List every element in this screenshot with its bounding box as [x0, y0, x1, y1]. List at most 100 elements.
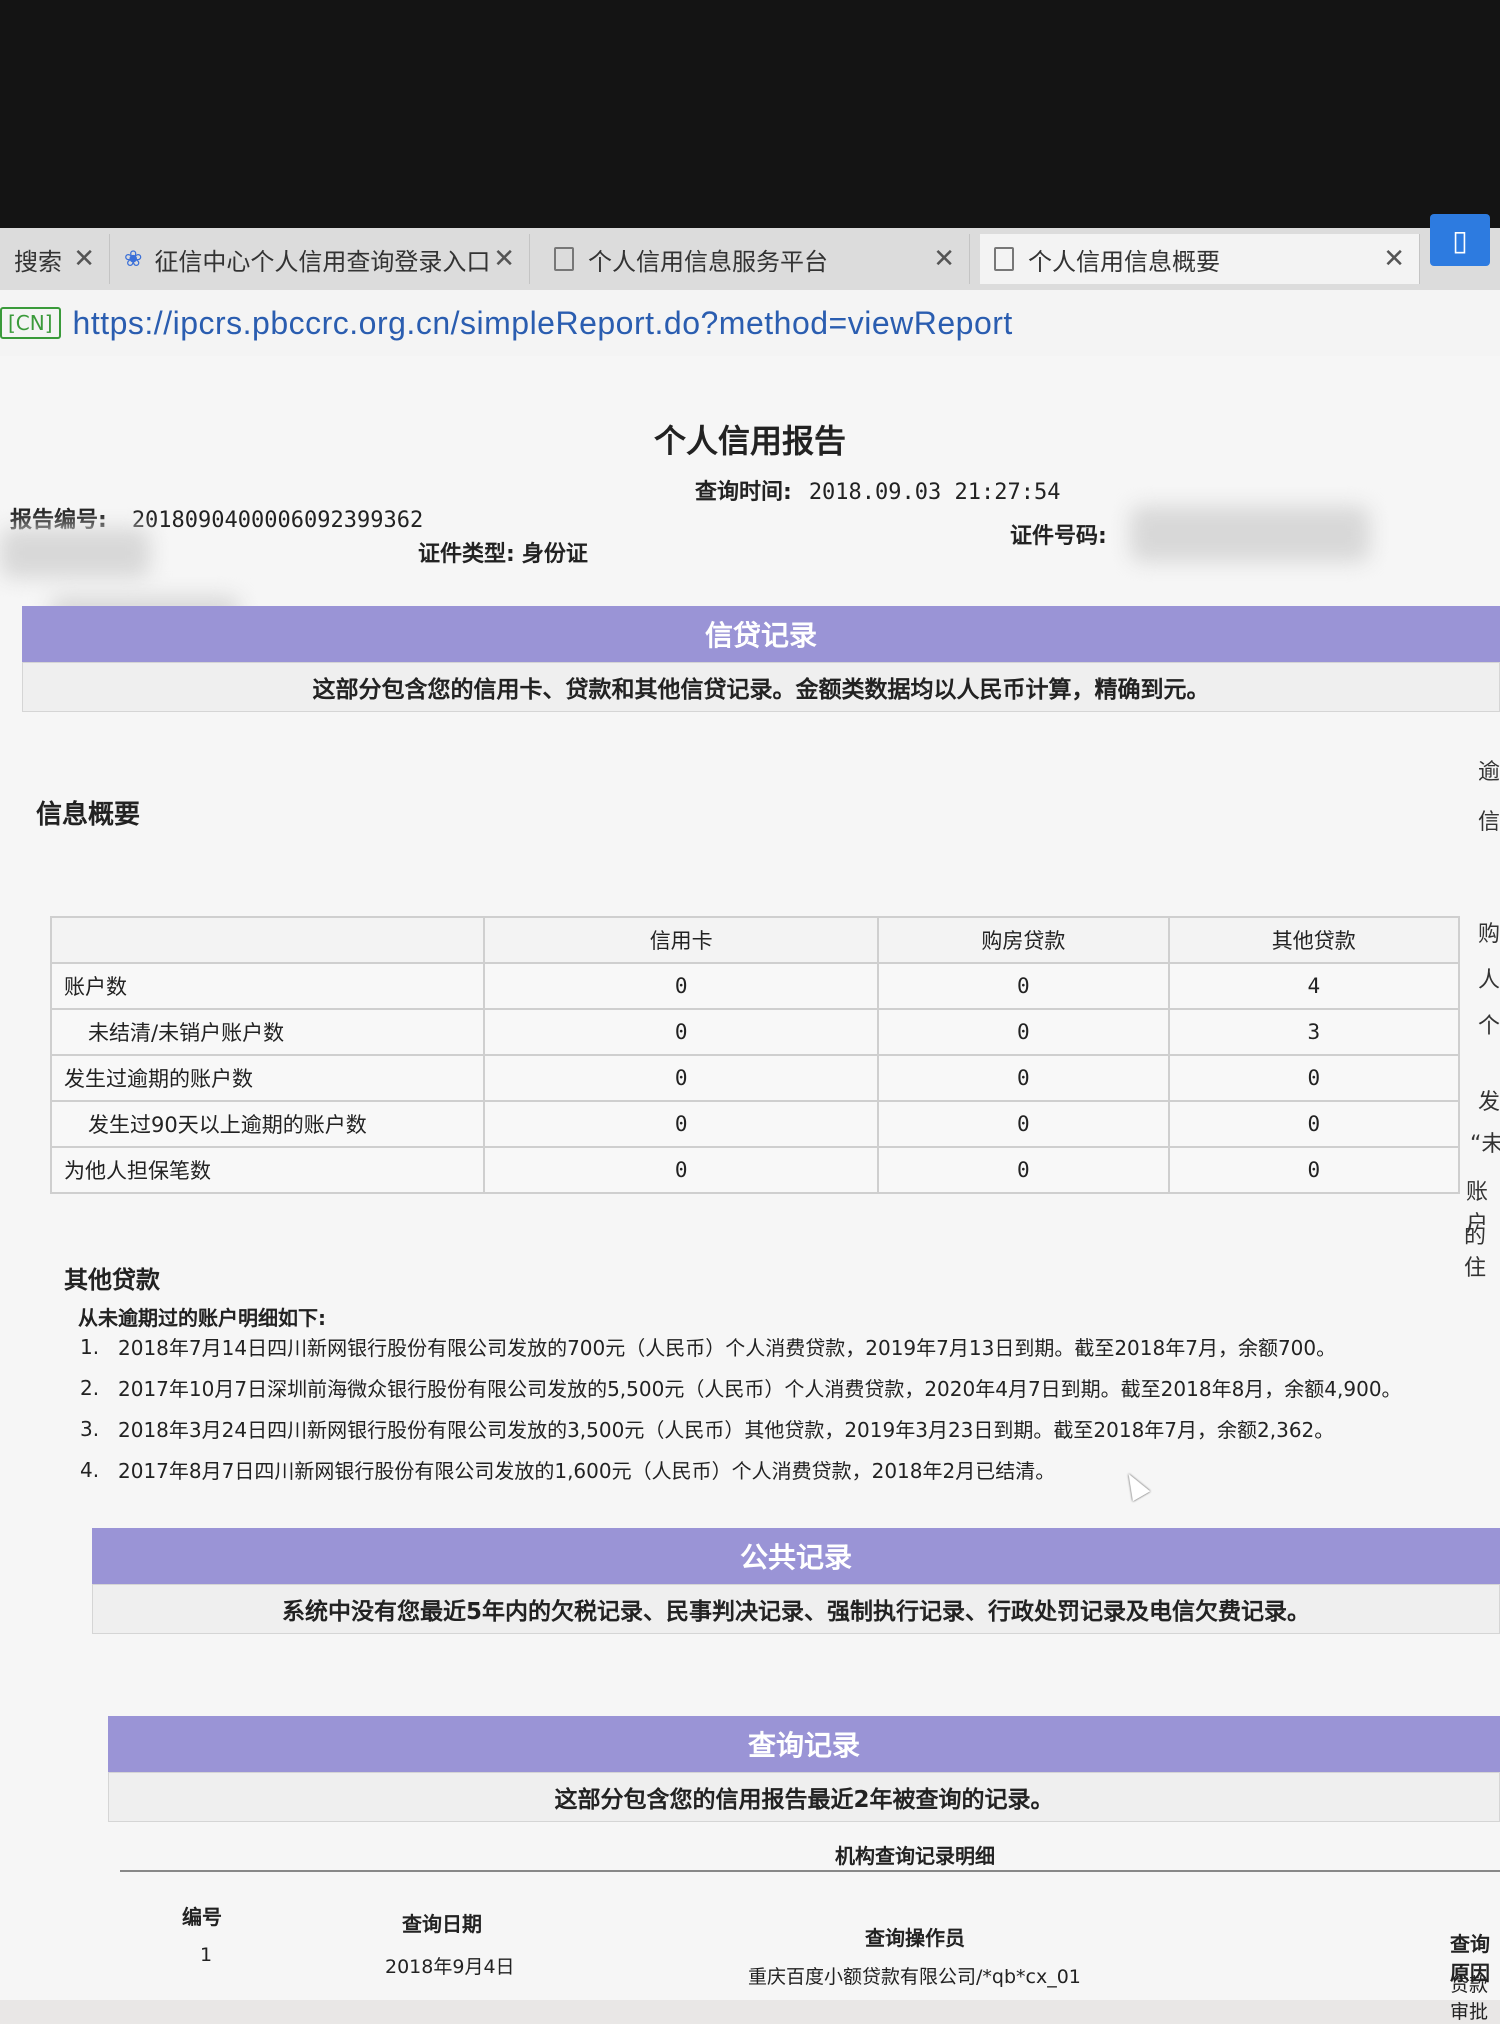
close-icon[interactable]: ✕ [933, 244, 955, 274]
column-header-no: 编号 [182, 1905, 222, 1929]
table-cell: 0 [877, 1008, 1170, 1056]
table-cell: 0 [483, 1054, 880, 1102]
id-no: 证件号码: [1010, 518, 1107, 550]
list-item: 1. 2018年7月14日四川新网银行股份有限公司发放的700元（人民币）个人消… [80, 1326, 1410, 1367]
table-cell: 0 [877, 1100, 1170, 1148]
item-number: 2. [80, 1375, 100, 1400]
url-text[interactable]: https://ipcrs.pbccrc.org.cn/simpleReport… [73, 305, 1013, 342]
redacted-name [0, 528, 150, 578]
clipped-text: 逾 [1478, 760, 1500, 785]
summary-table: 信用卡 购房贷款 其他贷款 账户数 0 0 4 未结清/未销户账户数 0 0 3… [49, 916, 1461, 1194]
table-cell: 0 [483, 962, 880, 1010]
table-row: 账户数 0 0 4 [49, 962, 1461, 1010]
column-header-operator: 查询操作员 [865, 1926, 965, 1950]
monitor-bezel [0, 0, 1500, 240]
query-row-no: 1 [200, 1944, 213, 1966]
new-tab-button[interactable]: ▯ [1430, 214, 1490, 266]
query-section-description: 这部分包含您的信用报告最近2年被查询的记录。 [108, 1772, 1500, 1822]
credit-section-header: 信贷记录 [22, 606, 1500, 662]
item-text: 2018年7月14日四川新网银行股份有限公司发放的700元（人民币）个人消费贷款… [118, 1336, 1337, 1360]
item-text: 2018年3月24日四川新网银行股份有限公司发放的3,500元（人民币）其他贷款… [118, 1418, 1335, 1442]
report-no-value: 2018090400006092399362 [131, 508, 424, 533]
query-time: 查询时间: 2018.09.03 21:27:54 [695, 474, 1060, 506]
list-item: 2. 2017年10月7日深圳前海微众银行股份有限公司发放的5,500元（人民币… [80, 1367, 1410, 1408]
query-row-date: 2018年9月4日 [385, 1956, 515, 1978]
table-row: 为他人担保笔数 0 0 0 [49, 1146, 1461, 1194]
cn-badge: [CN] [0, 307, 61, 339]
address-bar[interactable]: [CN] https://ipcrs.pbccrc.org.cn/simpleR… [0, 290, 1500, 357]
page-icon [994, 247, 1014, 271]
id-type-value: 身份证 [521, 542, 588, 567]
query-time-value: 2018.09.03 21:27:54 [808, 480, 1061, 505]
clipped-text: 的住 [1464, 1224, 1487, 1281]
table-cell: 0 [877, 1054, 1170, 1102]
public-section-description: 系统中没有您最近5年内的欠税记录、民事判决记录、强制执行记录、行政处罚记录及电信… [92, 1584, 1500, 1634]
table-cell: 0 [483, 1100, 880, 1148]
close-icon[interactable]: ✕ [73, 244, 95, 274]
column-header: 其他贷款 [1167, 916, 1461, 964]
column-header: 购房贷款 [877, 916, 1170, 964]
query-row-reason: 贷款审批 [1450, 1974, 1489, 2023]
list-item: 4. 2017年8月7日四川新网银行股份有限公司发放的1,600元（人民币）个人… [80, 1449, 1410, 1490]
loan-list: 1. 2018年7月14日四川新网银行股份有限公司发放的700元（人民币）个人消… [80, 1326, 1410, 1490]
column-header-date: 查询日期 [402, 1912, 482, 1936]
query-section-header: 查询记录 [108, 1716, 1500, 1772]
tab-label: 个人信用信息概要 [1028, 247, 1220, 276]
query-detail-title: 机构查询记录明细 [835, 1844, 995, 1868]
credit-section-description: 这部分包含您的信用卡、贷款和其他信贷记录。金额类数据均以人民币计算，精确到元。 [22, 662, 1500, 712]
query-time-label: 查询时间: [695, 480, 792, 505]
clipped-text: 发 [1478, 1090, 1500, 1115]
tab-label: 搜索 [14, 247, 62, 276]
row-label: 发生过逾期的账户数 [49, 1054, 486, 1102]
item-number: 3. [80, 1416, 100, 1441]
tab-credit-login[interactable]: ❀ 征信中心个人信用查询登录入口 ✕ [110, 234, 530, 284]
item-number: 4. [80, 1457, 100, 1482]
table-row: 发生过逾期的账户数 0 0 0 [49, 1054, 1461, 1102]
item-text: 2017年10月7日深圳前海微众银行股份有限公司发放的5,500元（人民币）个人… [118, 1377, 1402, 1401]
close-icon[interactable]: ✕ [1383, 244, 1405, 274]
tab-service-platform[interactable]: 个人信用信息服务平台 ✕ [540, 234, 970, 284]
tab-search[interactable]: 搜索 ✕ [0, 234, 110, 284]
other-loans-title: 其他贷款 [64, 1266, 160, 1294]
list-item: 3. 2018年3月24日四川新网银行股份有限公司发放的3,500元（人民币）其… [80, 1408, 1410, 1449]
table-cell: 0 [1167, 1100, 1461, 1148]
page-icon [554, 247, 574, 271]
table-cell: 3 [1167, 1008, 1461, 1056]
table-cell: 4 [1167, 962, 1461, 1010]
row-label: 发生过90天以上逾期的账户数 [49, 1100, 486, 1148]
id-type: 证件类型: 身份证 [418, 536, 588, 568]
table-cell: 0 [483, 1008, 880, 1056]
page-icon: ▯ [1452, 223, 1468, 257]
table-cell: 0 [1167, 1054, 1461, 1102]
item-text: 2017年8月7日四川新网银行股份有限公司发放的1,600元（人民币）个人消费贷… [118, 1459, 1056, 1483]
tab-label: 征信中心个人信用查询登录入口 [154, 247, 491, 276]
tab-bar: 搜索 ✕ ❀ 征信中心个人信用查询登录入口 ✕ 个人信用信息服务平台 ✕ 个人信… [0, 228, 1500, 291]
table-cell: 0 [483, 1146, 880, 1194]
clipped-text: “未 [1470, 1132, 1500, 1157]
clipped-text: 人 [1478, 968, 1500, 993]
close-icon[interactable]: ✕ [493, 244, 515, 274]
table-row: 未结清/未销户账户数 0 0 3 [49, 1008, 1461, 1056]
row-label: 为他人担保笔数 [49, 1146, 486, 1194]
id-no-label: 证件号码: [1010, 524, 1107, 549]
id-type-label: 证件类型: [418, 542, 515, 567]
table-cell: 0 [877, 962, 1170, 1010]
clipped-text: 购 [1478, 922, 1500, 947]
row-label: 未结清/未销户账户数 [49, 1008, 486, 1056]
row-label: 账户数 [49, 962, 486, 1010]
page-title: 个人信用报告 [653, 422, 846, 460]
query-row-operator: 重庆百度小额贷款有限公司/*qb*cx_01 [748, 1966, 1081, 1988]
tab-credit-summary[interactable]: 个人信用信息概要 ✕ [980, 234, 1420, 284]
summary-title: 信息概要 [36, 800, 141, 830]
public-section-header: 公共记录 [92, 1528, 1500, 1584]
clipped-text: 信 [1478, 810, 1500, 835]
baidu-paw-icon: ❀ [124, 246, 143, 272]
column-header [49, 916, 486, 964]
redacted-id-number [1130, 506, 1370, 562]
table-header-row: 信用卡 购房贷款 其他贷款 [49, 916, 1461, 964]
clipped-text: 个 [1478, 1014, 1500, 1039]
report-page: 个人信用报告 报告编号: 2018090400006092399362 查询时间… [0, 356, 1500, 2023]
column-header: 信用卡 [483, 916, 880, 964]
tab-label: 个人信用信息服务平台 [588, 247, 828, 276]
item-number: 1. [80, 1334, 100, 1359]
